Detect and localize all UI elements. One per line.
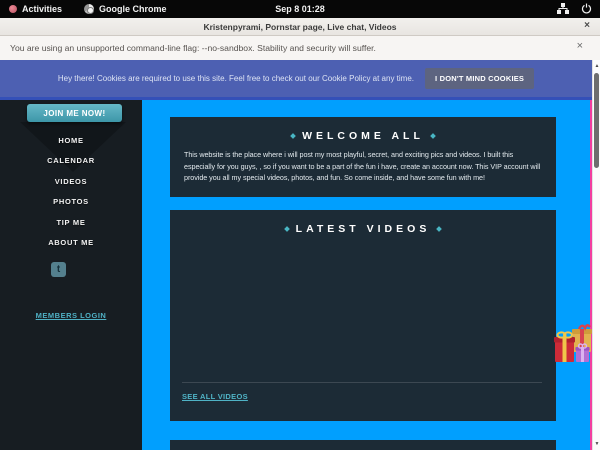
welcome-panel: WELCOME ALL This website is the place wh… (170, 117, 556, 197)
scroll-up-icon[interactable]: ▲ (593, 63, 600, 69)
welcome-title: WELCOME ALL (302, 130, 424, 142)
latest-videos-panel: LATEST VIDEOS SEE ALL VIDEOS (170, 210, 556, 421)
chrome-icon (84, 4, 94, 14)
diamond-icon (290, 133, 296, 139)
activities-label: Activities (22, 4, 62, 14)
infobar-close-icon[interactable]: × (577, 40, 583, 52)
app-menu-button[interactable]: Google Chrome (84, 4, 167, 14)
clock-label: Sep 8 01:28 (275, 4, 325, 14)
scrollbar[interactable]: ▲ ▼ (592, 60, 600, 450)
sidebar-item-photos[interactable]: PHOTOS (0, 192, 142, 212)
tumblr-icon[interactable]: t (51, 262, 66, 277)
sidebar-item-about-me[interactable]: ABOUT ME (0, 233, 142, 253)
diamond-icon (436, 226, 442, 232)
sidebar: JOIN ME NOW! HOME CALENDAR VIDEOS PHOTOS… (0, 100, 142, 450)
sidebar-item-home[interactable]: HOME (0, 131, 142, 151)
network-icon[interactable] (557, 3, 569, 16)
gnome-topbar: Activities Google Chrome Sep 8 01:28 (0, 0, 600, 18)
diamond-icon (284, 226, 290, 232)
welcome-title-row: WELCOME ALL (170, 117, 556, 142)
members-login-link[interactable]: MEMBERS LOGIN (0, 311, 142, 320)
screen: Activities Google Chrome Sep 8 01:28 (0, 0, 600, 450)
power-icon[interactable] (581, 3, 592, 16)
diamond-icon (430, 133, 436, 139)
divider (182, 382, 542, 383)
sidebar-nav: HOME CALENDAR VIDEOS PHOTOS TIP ME ABOUT… (0, 131, 142, 253)
welcome-text: This website is the place where i will p… (184, 149, 542, 184)
cookie-message: Hey there! Cookies are required to use t… (58, 74, 414, 83)
window-title: Kristenpyrami, Pornstar page, Live chat,… (203, 22, 396, 32)
gifts-graphic (553, 321, 593, 365)
next-section-panel (170, 440, 556, 450)
activities-button[interactable]: Activities (9, 4, 62, 14)
activities-icon (9, 5, 17, 13)
join-me-now-button[interactable]: JOIN ME NOW! (27, 104, 122, 122)
window-close-icon[interactable]: × (584, 20, 590, 31)
window-titlebar: Kristenpyrami, Pornstar page, Live chat,… (0, 18, 600, 36)
sidebar-item-tip-me[interactable]: TIP ME (0, 213, 142, 233)
scroll-down-icon[interactable]: ▼ (593, 441, 600, 447)
page-content: JOIN ME NOW! HOME CALENDAR VIDEOS PHOTOS… (0, 100, 592, 450)
see-all-videos-link[interactable]: SEE ALL VIDEOS (182, 392, 248, 401)
accept-cookies-button[interactable]: I DON'T MIND COOKIES (425, 68, 534, 89)
sidebar-item-videos[interactable]: VIDEOS (0, 172, 142, 192)
latest-videos-title-row: LATEST VIDEOS (170, 210, 556, 235)
latest-videos-title: LATEST VIDEOS (296, 223, 431, 235)
chrome-infobar: You are using an unsupported command-lin… (0, 36, 600, 60)
scrollbar-thumb[interactable] (594, 73, 599, 168)
clock-button[interactable]: Sep 8 01:28 (275, 0, 325, 18)
infobar-message: You are using an unsupported command-lin… (10, 43, 376, 53)
sidebar-item-calendar[interactable]: CALENDAR (0, 151, 142, 171)
cookie-banner: Hey there! Cookies are required to use t… (0, 60, 592, 100)
app-menu-label: Google Chrome (99, 4, 167, 14)
